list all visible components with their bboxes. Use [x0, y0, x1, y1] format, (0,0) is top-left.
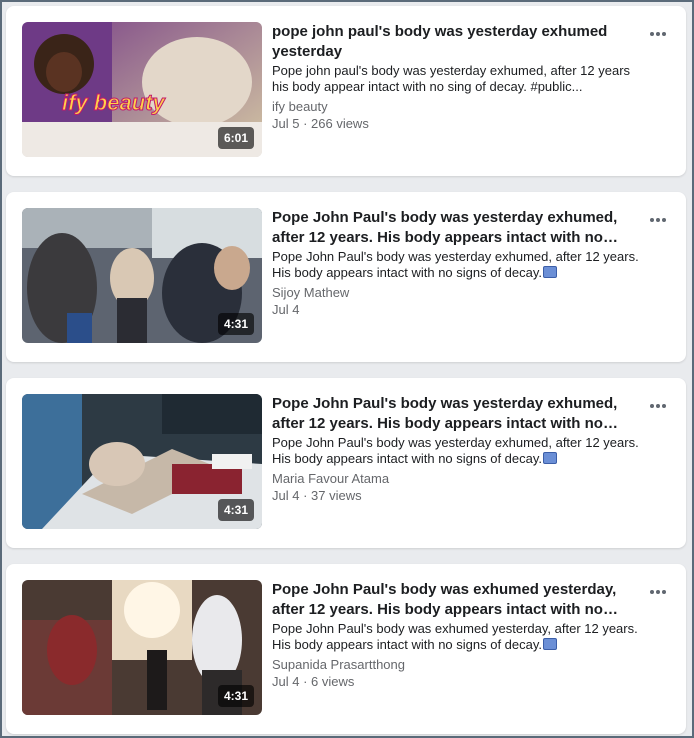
video-card-4[interactable]: 4:31 Pope John Paul's body was exhumed y… — [6, 564, 686, 734]
video-duration: 4:31 — [217, 685, 254, 707]
framed-picture-emoji-icon — [543, 266, 558, 278]
more-options-button[interactable] — [646, 24, 670, 44]
channel-name[interactable]: Maria Favour Atama — [272, 471, 389, 487]
channel-name[interactable]: Sijoy Mathew — [272, 285, 349, 301]
framed-picture-emoji-icon — [543, 638, 558, 650]
video-description: Pope John Paul's body was exhumed yester… — [272, 621, 638, 652]
more-horizontal-icon — [650, 404, 654, 408]
video-title[interactable]: Pope John Paul's body was exhumed yester… — [272, 580, 642, 620]
channel-name[interactable]: ify beauty — [272, 99, 328, 115]
video-description: Pope John Paul's body was yesterday exhu… — [272, 249, 639, 280]
video-thumbnail[interactable]: ify beauty 6:01 — [22, 22, 262, 157]
video-thumbnail[interactable]: 4:31 — [22, 580, 262, 715]
video-title[interactable]: pope john paul's body was yesterday exhu… — [272, 22, 642, 62]
more-options-button[interactable] — [646, 210, 670, 230]
more-options-button[interactable] — [646, 582, 670, 602]
channel-name[interactable]: Supanida Prasartthong — [272, 657, 405, 673]
more-horizontal-icon — [650, 218, 654, 222]
framed-picture-emoji-icon — [543, 452, 558, 464]
video-duration: 6:01 — [217, 127, 254, 149]
video-card-3[interactable]: 4:31 Pope John Paul's body was yesterday… — [6, 378, 686, 548]
video-card-1[interactable]: ify beauty 6:01 pope john paul's body wa… — [6, 6, 686, 176]
video-meta: Jul 4 · 37 views — [272, 488, 362, 503]
video-card-2[interactable]: 4:31 Pope John Paul's body was yesterday… — [6, 192, 686, 362]
video-meta: Jul 4 · 6 views — [272, 674, 355, 689]
thumbnail-overlay-text: ify beauty — [62, 90, 166, 115]
video-title[interactable]: Pope John Paul's body was yesterday exhu… — [272, 208, 642, 248]
video-meta: Jul 4 — [272, 302, 300, 317]
more-horizontal-icon — [650, 590, 654, 594]
video-description: Pope John Paul's body was yesterday exhu… — [272, 435, 639, 466]
video-thumbnail[interactable]: 4:31 — [22, 394, 262, 529]
video-duration: 4:31 — [217, 313, 254, 335]
video-meta: Jul 5 · 266 views — [272, 116, 369, 131]
video-thumbnail[interactable]: 4:31 — [22, 208, 262, 343]
video-title[interactable]: Pope John Paul's body was yesterday exhu… — [272, 394, 642, 434]
more-horizontal-icon — [650, 32, 654, 36]
more-options-button[interactable] — [646, 396, 670, 416]
video-description: Pope john paul's body was yesterday exhu… — [272, 63, 631, 94]
video-duration: 4:31 — [217, 499, 254, 521]
